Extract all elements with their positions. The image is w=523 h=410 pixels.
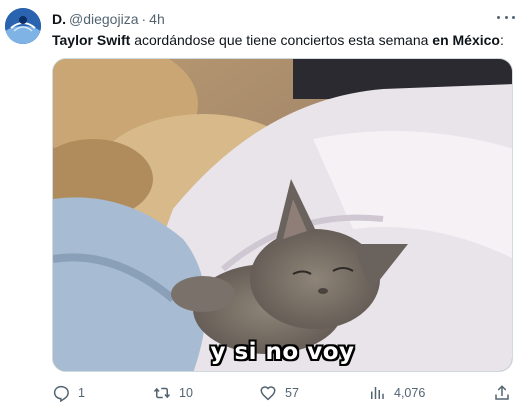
tweet-image[interactable]: y si no voy [52,58,513,372]
share-button[interactable] [493,383,511,403]
tweet-text-part-2: acordándose que tiene conciertos esta se… [130,32,433,48]
tweet-actions: 1 10 57 4,076 [52,383,515,403]
retweet-icon [153,387,171,399]
like-button[interactable]: 57 [259,383,299,403]
user-handle[interactable]: @diegojiza [69,11,138,27]
image-caption: y si no voy [210,339,355,365]
views-chart-icon [371,387,384,399]
share-icon [495,385,509,400]
reply-button[interactable]: 1 [52,383,85,403]
separator-dot: · [141,11,147,27]
avatar[interactable] [5,8,41,44]
more-options-icon[interactable] [497,10,515,24]
reply-count: 1 [78,386,85,400]
tweet-text: Taylor Swift acordándose que tiene conci… [52,31,515,49]
retweet-count: 10 [179,386,193,400]
tweet-header: D. @diegojiza · 4h [52,10,515,28]
reply-icon [53,385,69,402]
tweet-text-part-4: : [500,32,504,48]
views-count: 4,076 [394,386,426,400]
tweet-card[interactable]: D. @diegojiza · 4h Taylor Swift acordándose… [0,0,523,410]
display-name[interactable]: D. [52,11,66,27]
tweet-text-bold-2: en México [432,32,500,48]
like-count: 57 [285,386,299,400]
sleeping-cat-image [53,59,512,371]
heart-icon [260,386,276,401]
retweet-button[interactable]: 10 [153,383,193,403]
timestamp[interactable]: 4h [149,11,165,27]
views-button[interactable]: 4,076 [368,383,425,403]
tweet-text-bold-1: Taylor Swift [52,32,131,48]
